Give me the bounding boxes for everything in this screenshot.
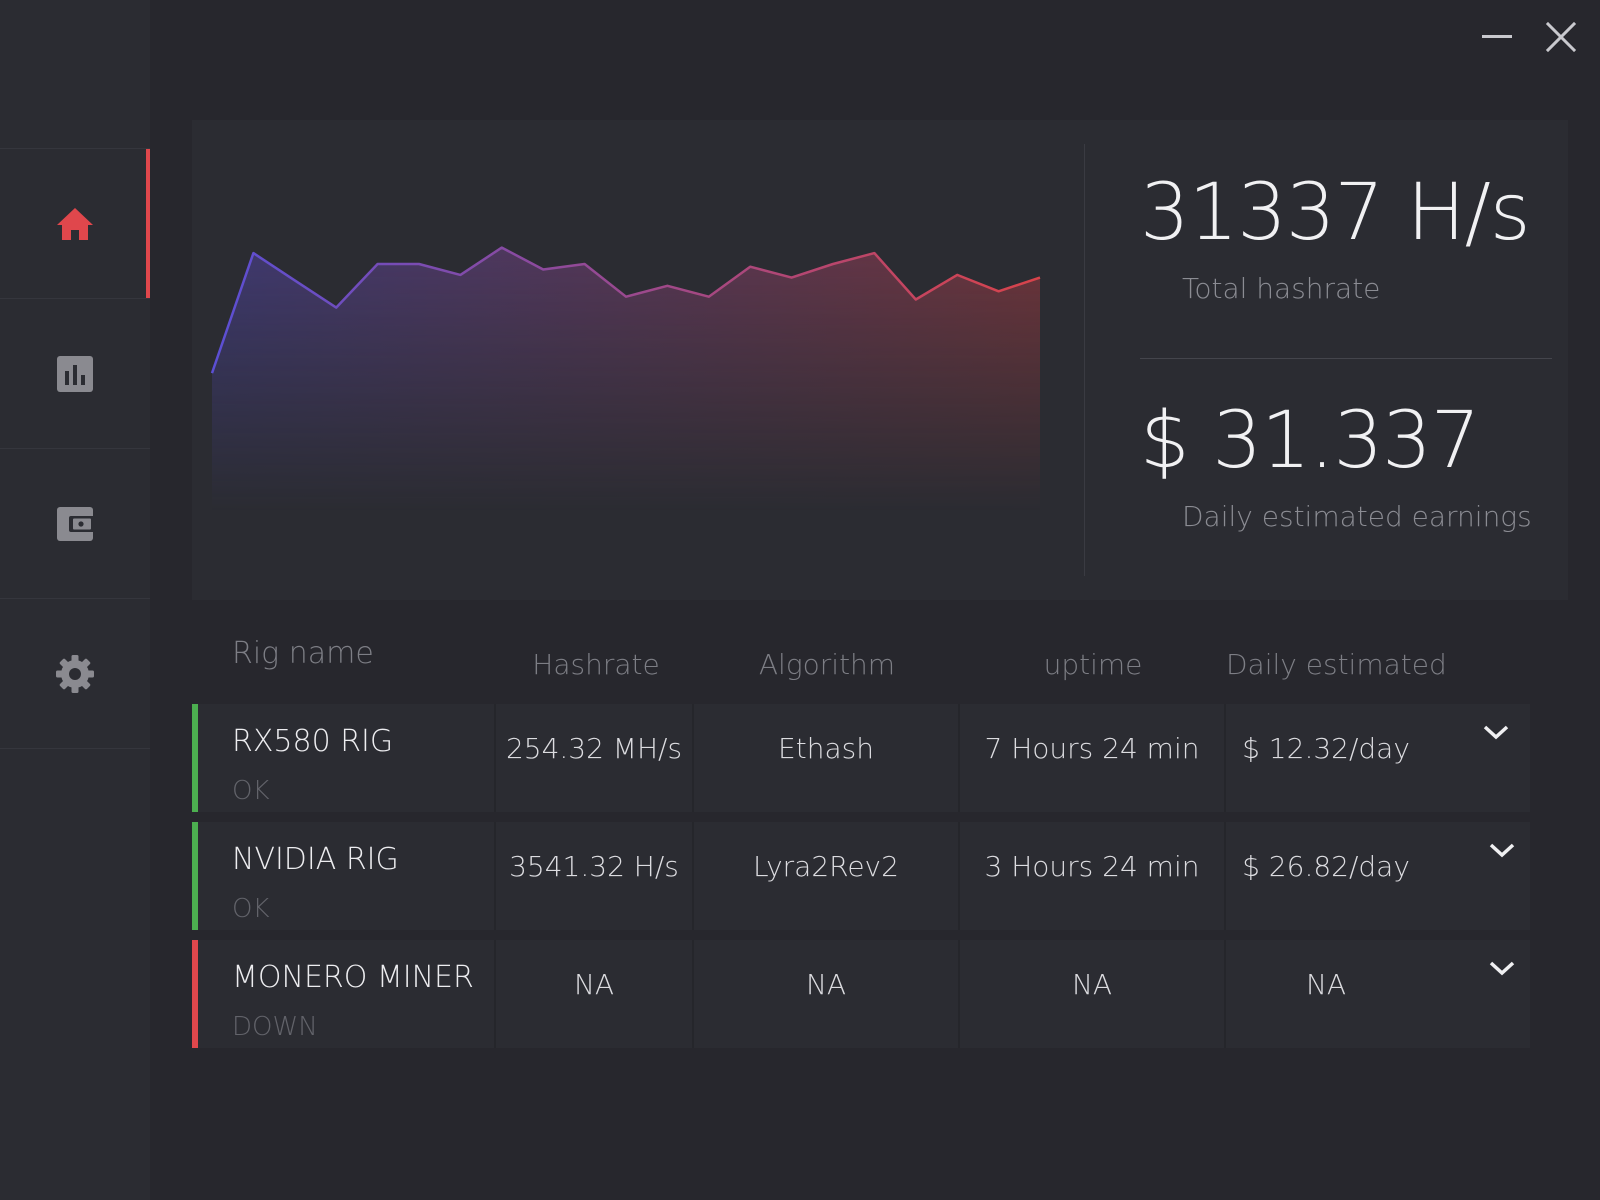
rig-name: NVIDIA RIG (232, 842, 399, 877)
close-icon (1545, 21, 1577, 53)
daily-earnings-value: $ 31.337 (1140, 396, 1480, 486)
rig-uptime: 7 Hours 24 min (984, 732, 1200, 765)
status-indicator (192, 940, 198, 1048)
chevron-down-icon[interactable] (1488, 958, 1516, 978)
rig-daily-estimated: $ 12.32/day (1242, 732, 1410, 765)
sidebar (0, 0, 150, 1200)
sidebar-item-wallet[interactable] (0, 449, 150, 598)
rig-uptime: NA (1071, 968, 1113, 1001)
stats-divider (1140, 358, 1552, 359)
rig-algorithm: Ethash (778, 732, 874, 765)
header-uptime: uptime (1043, 648, 1143, 681)
header-hashrate: Hashrate (532, 648, 660, 681)
rig-status: OK (232, 776, 270, 806)
chevron-down-icon[interactable] (1488, 840, 1516, 860)
sidebar-divider (0, 748, 150, 749)
header-rig-name: Rig name (232, 636, 374, 671)
panel-divider (1084, 144, 1085, 576)
home-icon (57, 207, 93, 240)
header-daily-estimated: Daily estimated (1226, 648, 1447, 681)
rig-status: DOWN (232, 1012, 318, 1042)
gear-icon (56, 654, 94, 693)
bar-chart-icon (57, 355, 93, 392)
daily-earnings-label: Daily estimated earnings (1182, 500, 1532, 533)
hashrate-chart (210, 246, 1041, 512)
status-indicator (192, 704, 198, 812)
close-button[interactable] (1542, 18, 1580, 56)
rig-status: OK (232, 894, 270, 924)
table-row[interactable]: MONERO MINER DOWN NA NA NA NA (192, 940, 1530, 1048)
chevron-down-icon[interactable] (1482, 722, 1510, 742)
rig-daily-estimated: $ 26.82/day (1242, 850, 1410, 883)
total-hashrate-value: 31337 H/s (1140, 168, 1530, 258)
rig-uptime: 3 Hours 24 min (984, 850, 1200, 883)
rig-name: RX580 RIG (232, 724, 394, 759)
rig-daily-estimated: NA (1305, 968, 1347, 1001)
rig-algorithm: Lyra2Rev2 (753, 850, 899, 883)
minimize-icon (1482, 35, 1512, 38)
minimize-button[interactable] (1478, 18, 1516, 56)
sidebar-item-settings[interactable] (0, 599, 150, 748)
sidebar-item-stats[interactable] (0, 299, 150, 448)
rig-algorithm: NA (805, 968, 847, 1001)
status-indicator (192, 822, 198, 930)
summary-panel: 31337 H/s Total hashrate $ 31.337 Daily … (192, 120, 1568, 600)
header-algorithm: Algorithm (758, 648, 896, 681)
rig-hashrate: 254.32 MH/s (505, 732, 683, 765)
wallet-icon (57, 506, 95, 541)
table-row[interactable]: RX580 RIG OK 254.32 MH/s Ethash 7 Hours … (192, 704, 1530, 812)
rig-name: MONERO MINER (232, 960, 474, 995)
rig-hashrate: 3541.32 H/s (509, 850, 679, 883)
rig-hashrate: NA (573, 968, 615, 1001)
chart-area-fill (212, 247, 1040, 512)
table-row[interactable]: NVIDIA RIG OK 3541.32 H/s Lyra2Rev2 3 Ho… (192, 822, 1530, 930)
sidebar-item-home[interactable] (0, 149, 150, 298)
total-hashrate-label: Total hashrate (1182, 272, 1381, 305)
